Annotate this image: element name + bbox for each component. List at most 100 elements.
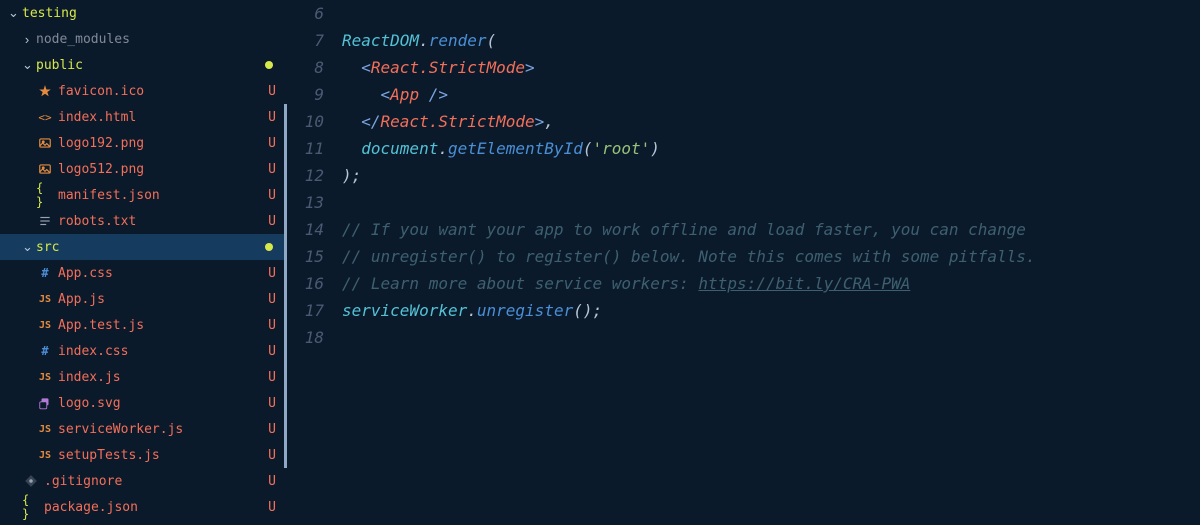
file-name: testing	[22, 6, 279, 21]
js-icon: JS	[36, 320, 54, 331]
line-number: 13	[287, 189, 324, 216]
modification-indicator	[284, 156, 287, 182]
css-icon: #	[36, 266, 54, 280]
code-editor[interactable]: 6789101112131415161718 ReactDOM.render( …	[287, 0, 1200, 525]
file-tree-item[interactable]: { }package.jsonU	[0, 494, 287, 520]
modification-indicator	[284, 312, 287, 338]
line-number: 16	[287, 270, 324, 297]
git-status: U	[265, 266, 279, 281]
html-icon: <>	[36, 111, 54, 124]
file-name: .gitignore	[44, 474, 265, 489]
git-status: U	[265, 344, 279, 359]
git-status: U	[265, 188, 279, 203]
file-tree-item[interactable]: logo.svgU	[0, 390, 287, 416]
image-icon	[36, 162, 54, 176]
code-line[interactable]: // Learn more about service workers: htt…	[342, 270, 1200, 297]
git-status: U	[265, 448, 279, 463]
js-icon: JS	[36, 294, 54, 305]
json-icon: { }	[22, 493, 40, 521]
file-name: public	[36, 58, 265, 73]
modification-indicator	[284, 442, 287, 468]
line-number: 6	[287, 0, 324, 27]
file-tree-item[interactable]: ⌄src	[0, 234, 287, 260]
file-tree-item[interactable]: favicon.icoU	[0, 78, 287, 104]
modification-indicator	[284, 364, 287, 390]
git-status: U	[265, 474, 279, 489]
modification-indicator	[284, 416, 287, 442]
modification-indicator	[284, 208, 287, 234]
git-status: U	[265, 214, 279, 229]
line-number: 14	[287, 216, 324, 243]
chevron-down-icon: ⌄	[22, 57, 32, 73]
code-line[interactable]: <App />	[342, 81, 1200, 108]
file-name: serviceWorker.js	[58, 422, 265, 437]
file-tree-item[interactable]: ⌄ testing	[0, 0, 287, 26]
file-tree-item[interactable]: # App.cssU	[0, 260, 287, 286]
chevron-down-icon: ⌄	[8, 5, 18, 21]
file-tree-item[interactable]: logo192.pngU	[0, 130, 287, 156]
file-tree-item[interactable]: { } manifest.jsonU	[0, 182, 287, 208]
code-line[interactable]: ReactDOM.render(	[342, 27, 1200, 54]
file-tree-item[interactable]: JSApp.jsU	[0, 286, 287, 312]
line-number: 7	[287, 27, 324, 54]
git-status: U	[265, 110, 279, 125]
code-line[interactable]: // If you want your app to work offline …	[342, 216, 1200, 243]
code-line[interactable]	[342, 324, 1200, 351]
modified-dot-icon	[265, 61, 273, 69]
line-number: 17	[287, 297, 324, 324]
code-line[interactable]	[342, 0, 1200, 27]
code-line[interactable]: // unregister() to register() below. Not…	[342, 243, 1200, 270]
file-name: App.test.js	[58, 318, 265, 333]
code-line[interactable]	[342, 189, 1200, 216]
modification-indicator	[284, 130, 287, 156]
file-tree-item[interactable]: .gitignoreU	[0, 468, 287, 494]
modification-indicator	[284, 390, 287, 416]
file-explorer[interactable]: ⌄testing›node_modules⌄publicfavicon.icoU…	[0, 0, 287, 525]
code-line[interactable]: serviceWorker.unregister();	[342, 297, 1200, 324]
file-tree-item[interactable]: JSsetupTests.jsU	[0, 442, 287, 468]
git-status: U	[265, 84, 279, 99]
file-name: index.js	[58, 370, 265, 385]
file-tree-item[interactable]: <> index.htmlU	[0, 104, 287, 130]
git-status: U	[265, 396, 279, 411]
file-tree-item[interactable]: JSApp.test.jsU	[0, 312, 287, 338]
git-status: U	[265, 370, 279, 385]
line-number: 18	[287, 324, 324, 351]
code-line[interactable]: document.getElementById('root')	[342, 135, 1200, 162]
file-tree-item[interactable]: › node_modules	[0, 26, 287, 52]
modification-indicator	[284, 286, 287, 312]
svg-icon	[36, 396, 54, 410]
file-tree-item[interactable]: JSserviceWorker.jsU	[0, 416, 287, 442]
line-number: 10	[287, 108, 324, 135]
file-name: index.html	[58, 110, 265, 125]
git-icon	[22, 474, 40, 488]
text-icon	[36, 214, 54, 228]
file-name: favicon.ico	[58, 84, 265, 99]
file-tree-item[interactable]: logo512.pngU	[0, 156, 287, 182]
file-tree-item[interactable]: #index.cssU	[0, 338, 287, 364]
code-content[interactable]: ReactDOM.render( <React.StrictMode> <App…	[342, 0, 1200, 525]
line-number: 11	[287, 135, 324, 162]
line-number: 12	[287, 162, 324, 189]
code-line[interactable]: <React.StrictMode>	[342, 54, 1200, 81]
chevron-down-icon: ⌄	[22, 239, 32, 255]
file-tree-item[interactable]: robots.txtU	[0, 208, 287, 234]
file-tree-item[interactable]: ⌄ public	[0, 52, 287, 78]
json-icon: { }	[36, 181, 54, 209]
file-name: package.json	[44, 500, 265, 515]
chevron-right-icon: ›	[22, 32, 32, 47]
code-line[interactable]: </React.StrictMode>,	[342, 108, 1200, 135]
file-name: node_modules	[36, 32, 279, 47]
code-line[interactable]: );	[342, 162, 1200, 189]
line-number: 15	[287, 243, 324, 270]
modification-indicator	[284, 104, 287, 130]
modification-indicator	[284, 182, 287, 208]
image-icon	[36, 136, 54, 150]
file-name: App.js	[58, 292, 265, 307]
file-name: App.css	[58, 266, 265, 281]
file-name: setupTests.js	[58, 448, 265, 463]
git-status: U	[265, 136, 279, 151]
modified-dot-icon	[265, 243, 273, 251]
file-name: manifest.json	[58, 188, 265, 203]
file-tree-item[interactable]: JSindex.jsU	[0, 364, 287, 390]
